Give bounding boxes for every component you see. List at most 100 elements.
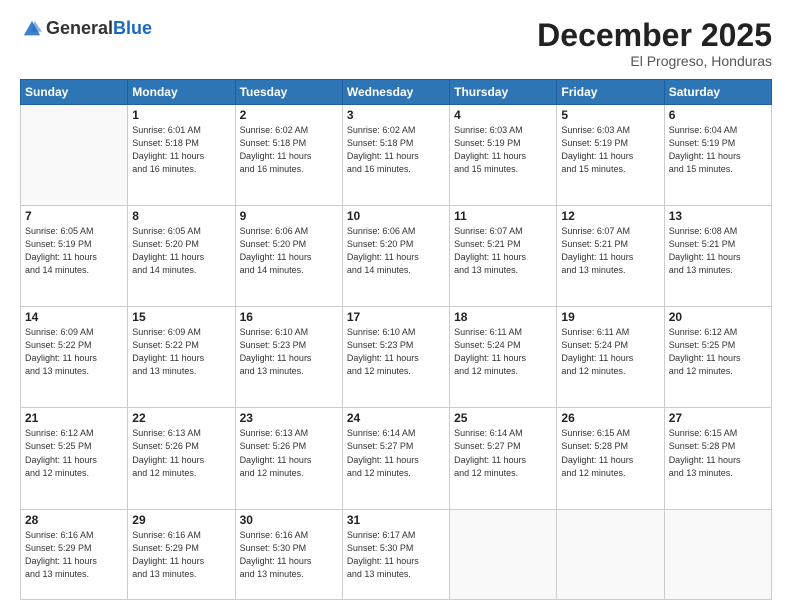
day-number: 5 — [561, 108, 659, 122]
day-info: Sunrise: 6:15 AMSunset: 5:28 PMDaylight:… — [669, 427, 767, 479]
calendar-cell: 14Sunrise: 6:09 AMSunset: 5:22 PMDayligh… — [21, 307, 128, 408]
calendar-cell: 4Sunrise: 6:03 AMSunset: 5:19 PMDaylight… — [450, 105, 557, 206]
day-info: Sunrise: 6:07 AMSunset: 5:21 PMDaylight:… — [561, 225, 659, 277]
calendar-cell: 3 Sunrise: 6:02 AMSunset: 5:18 PMDaylight… — [342, 105, 449, 206]
title-month: December 2025 — [537, 18, 772, 53]
day-info: Sunrise: 6:02 AMSunset: 5:18 PMDaylight:… — [240, 124, 338, 176]
logo-icon — [22, 19, 42, 39]
calendar-cell — [557, 509, 664, 600]
calendar-cell: 30 Sunrise: 6:16 AMSunset: 5:30 PMDayligh… — [235, 509, 342, 600]
calendar-cell: 23 Sunrise: 6:13 AMSunset: 5:26 PMDayligh… — [235, 408, 342, 509]
calendar-header-row: Sunday Monday Tuesday Wednesday Thursday… — [21, 80, 772, 105]
calendar-cell: 19 Sunrise: 6:11 AMSunset: 5:24 PMDayligh… — [557, 307, 664, 408]
calendar-cell: 6 Sunrise: 6:04 AMSunset: 5:19 PMDaylight… — [664, 105, 771, 206]
calendar-cell: 10Sunrise: 6:06 AMSunset: 5:20 PMDayligh… — [342, 206, 449, 307]
calendar-cell: 27 Sunrise: 6:15 AMSunset: 5:28 PMDayligh… — [664, 408, 771, 509]
logo-blue: Blue — [113, 18, 152, 38]
calendar-cell: 9Sunrise: 6:06 AMSunset: 5:20 PMDaylight… — [235, 206, 342, 307]
calendar-cell: 22 Sunrise: 6:13 AMSunset: 5:26 PMDayligh… — [128, 408, 235, 509]
logo: GeneralBlue — [20, 18, 152, 39]
calendar-cell: 20 Sunrise: 6:12 AMSunset: 5:25 PMDayligh… — [664, 307, 771, 408]
calendar-cell: 2 Sunrise: 6:02 AMSunset: 5:18 PMDaylight… — [235, 105, 342, 206]
day-number: 25 — [454, 411, 552, 425]
calendar-week-row-3: 21Sunrise: 6:12 AMSunset: 5:25 PMDayligh… — [21, 408, 772, 509]
calendar-cell: 24Sunrise: 6:14 AMSunset: 5:27 PMDayligh… — [342, 408, 449, 509]
day-info: Sunrise: 6:01 AMSunset: 5:18 PMDaylight:… — [132, 124, 230, 176]
day-number: 18 — [454, 310, 552, 324]
day-number: 19 — [561, 310, 659, 324]
calendar-cell: 11 Sunrise: 6:07 AMSunset: 5:21 PMDayligh… — [450, 206, 557, 307]
day-number: 23 — [240, 411, 338, 425]
day-number: 20 — [669, 310, 767, 324]
day-info: Sunrise: 6:16 AMSunset: 5:29 PMDaylight:… — [132, 529, 230, 581]
calendar-cell: 16 Sunrise: 6:10 AMSunset: 5:23 PMDayligh… — [235, 307, 342, 408]
calendar-cell: 21Sunrise: 6:12 AMSunset: 5:25 PMDayligh… — [21, 408, 128, 509]
day-number: 22 — [132, 411, 230, 425]
calendar-cell: 5 Sunrise: 6:03 AMSunset: 5:19 PMDaylight… — [557, 105, 664, 206]
day-number: 31 — [347, 513, 445, 527]
day-info: Sunrise: 6:06 AMSunset: 5:20 PMDaylight:… — [347, 225, 445, 277]
calendar-cell: 15 Sunrise: 6:09 AMSunset: 5:22 PMDayligh… — [128, 307, 235, 408]
calendar-week-row-2: 14Sunrise: 6:09 AMSunset: 5:22 PMDayligh… — [21, 307, 772, 408]
day-info: Sunrise: 6:09 AMSunset: 5:22 PMDaylight:… — [25, 326, 123, 378]
day-number: 16 — [240, 310, 338, 324]
day-number: 8 — [132, 209, 230, 223]
day-info: Sunrise: 6:10 AMSunset: 5:23 PMDaylight:… — [240, 326, 338, 378]
day-info: Sunrise: 6:14 AMSunset: 5:27 PMDaylight:… — [347, 427, 445, 479]
day-info: Sunrise: 6:11 AMSunset: 5:24 PMDaylight:… — [561, 326, 659, 378]
day-info: Sunrise: 6:16 AMSunset: 5:29 PMDaylight:… — [25, 529, 123, 581]
day-number: 1 — [132, 108, 230, 122]
day-number: 15 — [132, 310, 230, 324]
calendar-cell: 12Sunrise: 6:07 AMSunset: 5:21 PMDayligh… — [557, 206, 664, 307]
day-number: 21 — [25, 411, 123, 425]
day-number: 17 — [347, 310, 445, 324]
page: GeneralBlue December 2025 El Progreso, H… — [0, 0, 792, 612]
day-info: Sunrise: 6:10 AMSunset: 5:23 PMDaylight:… — [347, 326, 445, 378]
calendar-cell: 13Sunrise: 6:08 AMSunset: 5:21 PMDayligh… — [664, 206, 771, 307]
day-number: 27 — [669, 411, 767, 425]
day-info: Sunrise: 6:12 AMSunset: 5:25 PMDaylight:… — [669, 326, 767, 378]
day-info: Sunrise: 6:16 AMSunset: 5:30 PMDaylight:… — [240, 529, 338, 581]
calendar-week-row-0: 1 Sunrise: 6:01 AMSunset: 5:18 PMDaylight… — [21, 105, 772, 206]
day-number: 3 — [347, 108, 445, 122]
day-number: 9 — [240, 209, 338, 223]
day-info: Sunrise: 6:04 AMSunset: 5:19 PMDaylight:… — [669, 124, 767, 176]
header: GeneralBlue December 2025 El Progreso, H… — [20, 18, 772, 69]
day-info: Sunrise: 6:05 AMSunset: 5:20 PMDaylight:… — [132, 225, 230, 277]
title-block: December 2025 El Progreso, Honduras — [537, 18, 772, 69]
day-info: Sunrise: 6:09 AMSunset: 5:22 PMDaylight:… — [132, 326, 230, 378]
day-info: Sunrise: 6:05 AMSunset: 5:19 PMDaylight:… — [25, 225, 123, 277]
col-saturday: Saturday — [664, 80, 771, 105]
col-wednesday: Wednesday — [342, 80, 449, 105]
calendar-cell: 26Sunrise: 6:15 AMSunset: 5:28 PMDayligh… — [557, 408, 664, 509]
calendar-cell: 18 Sunrise: 6:11 AMSunset: 5:24 PMDayligh… — [450, 307, 557, 408]
calendar-cell: 1 Sunrise: 6:01 AMSunset: 5:18 PMDaylight… — [128, 105, 235, 206]
day-info: Sunrise: 6:14 AMSunset: 5:27 PMDaylight:… — [454, 427, 552, 479]
day-number: 6 — [669, 108, 767, 122]
day-number: 11 — [454, 209, 552, 223]
logo-general: General — [46, 18, 113, 38]
col-sunday: Sunday — [21, 80, 128, 105]
calendar-week-row-1: 7Sunrise: 6:05 AMSunset: 5:19 PMDaylight… — [21, 206, 772, 307]
day-info: Sunrise: 6:11 AMSunset: 5:24 PMDaylight:… — [454, 326, 552, 378]
calendar-cell: 29Sunrise: 6:16 AMSunset: 5:29 PMDayligh… — [128, 509, 235, 600]
title-location: El Progreso, Honduras — [537, 53, 772, 69]
day-info: Sunrise: 6:02 AMSunset: 5:18 PMDaylight:… — [347, 124, 445, 176]
calendar-cell: 8 Sunrise: 6:05 AMSunset: 5:20 PMDaylight… — [128, 206, 235, 307]
day-info: Sunrise: 6:07 AMSunset: 5:21 PMDaylight:… — [454, 225, 552, 277]
col-thursday: Thursday — [450, 80, 557, 105]
calendar-cell: 7Sunrise: 6:05 AMSunset: 5:19 PMDaylight… — [21, 206, 128, 307]
day-info: Sunrise: 6:13 AMSunset: 5:26 PMDaylight:… — [132, 427, 230, 479]
calendar-cell: 28 Sunrise: 6:16 AMSunset: 5:29 PMDayligh… — [21, 509, 128, 600]
calendar-cell: 25 Sunrise: 6:14 AMSunset: 5:27 PMDayligh… — [450, 408, 557, 509]
day-number: 13 — [669, 209, 767, 223]
calendar-cell: 17 Sunrise: 6:10 AMSunset: 5:23 PMDayligh… — [342, 307, 449, 408]
day-info: Sunrise: 6:13 AMSunset: 5:26 PMDaylight:… — [240, 427, 338, 479]
day-info: Sunrise: 6:03 AMSunset: 5:19 PMDaylight:… — [561, 124, 659, 176]
day-number: 30 — [240, 513, 338, 527]
day-info: Sunrise: 6:03 AMSunset: 5:19 PMDaylight:… — [454, 124, 552, 176]
day-number: 28 — [25, 513, 123, 527]
day-number: 2 — [240, 108, 338, 122]
col-monday: Monday — [128, 80, 235, 105]
day-info: Sunrise: 6:17 AMSunset: 5:30 PMDaylight:… — [347, 529, 445, 581]
